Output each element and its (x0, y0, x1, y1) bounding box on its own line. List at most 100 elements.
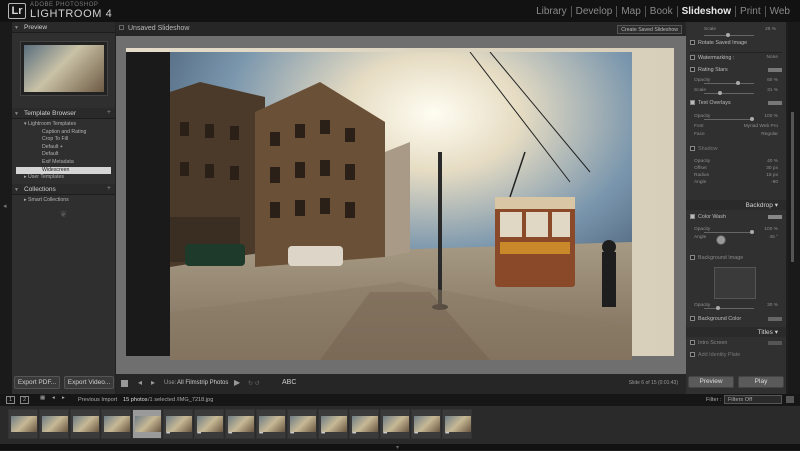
triangle-left-icon[interactable]: ◂ (3, 202, 7, 210)
template-folder[interactable]: ▸ User Templates (16, 174, 111, 182)
intro-color-swatch[interactable] (768, 341, 782, 345)
filmstrip-thumb[interactable]: ••• (256, 409, 286, 439)
grid-icon[interactable]: ▦ (40, 395, 45, 401)
text-overlays-checkbox[interactable] (690, 100, 695, 106)
titles-header[interactable]: Titles ▾ (686, 327, 786, 337)
thumb-rating-dots: ••• (197, 431, 201, 437)
shadow-checkbox[interactable] (690, 146, 695, 152)
module-library[interactable]: Library (532, 6, 572, 17)
watermark-checkbox[interactable] (690, 55, 695, 61)
filmstrip-thumb[interactable] (39, 409, 69, 439)
back-icon[interactable]: ◂ (52, 395, 55, 401)
background-image-checkbox[interactable] (690, 255, 695, 261)
preview-button[interactable]: Preview (688, 376, 734, 388)
module-web[interactable]: Web (766, 6, 794, 17)
bottom-edge: ▾ (0, 444, 800, 451)
module-bar: Lr ADOBE PHOTOSHOP LIGHTROOM 4 Library D… (0, 0, 800, 22)
collection-item[interactable]: ▸ Smart Collections (16, 197, 111, 205)
filmstrip-thumb[interactable]: ••• (380, 409, 410, 439)
template-item[interactable]: Exif Metadata (16, 159, 111, 167)
background-color-swatch[interactable] (768, 317, 782, 321)
use-select[interactable]: All Filmstrip Photos (177, 380, 228, 386)
template-browser-header[interactable]: ▼ Template Browser + (12, 108, 115, 119)
filmstrip-thumb[interactable]: ••• (411, 409, 441, 439)
create-saved-slideshow-button[interactable]: Create Saved Slideshow (617, 25, 682, 34)
left-panel: ▼ Preview ▼ Template Browser + ▾ Lightroom … (12, 22, 116, 394)
filmstrip-thumb[interactable]: ••• (194, 409, 224, 439)
module-develop[interactable]: Develop (572, 6, 618, 17)
filmstrip-thumb[interactable]: ••• (225, 409, 255, 439)
filmstrip-header: 1 2 ▦ ◂ ▸ Previous Import 15 photos /1 s… (0, 394, 800, 406)
background-image-well[interactable] (714, 267, 756, 299)
collections-header[interactable]: ▼ Collections + (12, 183, 115, 195)
background-opacity-slider[interactable] (704, 306, 754, 310)
module-book[interactable]: Book (646, 6, 678, 17)
forward-icon[interactable]: ▸ (62, 395, 65, 401)
module-map[interactable]: Map (617, 6, 646, 17)
template-item[interactable]: Default (16, 151, 111, 159)
preview-header[interactable]: ▼ Preview (12, 22, 115, 33)
rating-opacity-slider[interactable] (704, 81, 754, 85)
play-button[interactable]: Play (738, 376, 784, 388)
scale-slider[interactable] (704, 33, 754, 37)
filmstrip-thumb[interactable]: ••• (442, 409, 472, 439)
backdrop-header[interactable]: Backdrop ▾ (686, 200, 786, 210)
intro-screen-checkbox[interactable] (690, 340, 695, 346)
left-edge-collapse[interactable]: ◂ (0, 22, 12, 394)
color-wash-opacity-slider[interactable] (704, 230, 754, 234)
use-label: Use: (164, 380, 177, 386)
template-item[interactable]: Caption and Rating (16, 129, 111, 137)
rating-color-swatch[interactable] (768, 68, 782, 72)
module-print[interactable]: Print (736, 6, 766, 17)
filmstrip-thumb[interactable]: ••• (349, 409, 379, 439)
filmstrip-thumb[interactable]: ••• (163, 409, 193, 439)
background-color-checkbox[interactable] (690, 316, 695, 322)
stop-icon[interactable] (121, 380, 128, 387)
filmstrip-thumb[interactable]: ••• (287, 409, 317, 439)
next-icon[interactable]: ▸ (151, 378, 155, 387)
rating-stars-checkbox[interactable] (690, 67, 695, 73)
add-text-button[interactable]: ABC (282, 379, 296, 386)
filmstrip-thumb[interactable] (8, 409, 38, 439)
slideshow-title: Unsaved Slideshow (128, 25, 190, 32)
filmstrip-thumb[interactable]: ••• (318, 409, 348, 439)
thumb-image (445, 416, 471, 432)
template-item[interactable]: Crop To Fill (16, 136, 111, 144)
play-icon[interactable]: ▶ (234, 378, 240, 387)
add-identity-checkbox[interactable] (690, 352, 695, 358)
rotate-icon[interactable]: ↻ ↺ (248, 380, 260, 387)
filter-label: Filter : (706, 397, 722, 403)
text-opacity-slider[interactable] (704, 117, 754, 121)
scrollbar-thumb[interactable] (791, 112, 794, 262)
page-2-button[interactable]: 2 (20, 396, 29, 404)
module-slideshow[interactable]: Slideshow (678, 6, 737, 17)
color-wash-swatch[interactable] (768, 215, 782, 219)
plus-icon[interactable]: + (107, 185, 111, 192)
thumb-image (197, 416, 223, 432)
rating-scale-slider[interactable] (704, 91, 754, 95)
thumb-image (321, 416, 347, 432)
thumb-image (135, 416, 161, 432)
template-item-selected[interactable]: Widescreen (16, 166, 111, 175)
text-color-swatch[interactable] (768, 101, 782, 105)
source-label[interactable]: Previous Import (78, 397, 117, 403)
export-pdf-button[interactable]: Export PDF... (14, 376, 60, 389)
template-item[interactable]: Default + (16, 144, 111, 152)
page-1-button[interactable]: 1 (6, 396, 15, 404)
filter-lock-icon[interactable] (786, 396, 794, 403)
color-wash-checkbox[interactable] (690, 214, 695, 220)
filmstrip-thumb-selected[interactable] (132, 409, 162, 439)
filter-select[interactable]: Filters Off (724, 395, 782, 404)
plus-icon[interactable]: + (107, 109, 111, 116)
filmstrip-thumb[interactable] (70, 409, 100, 439)
rotate-checkbox[interactable] (690, 40, 695, 46)
preview-thumbnail (24, 45, 104, 92)
previous-icon[interactable]: ◂ (138, 378, 142, 387)
thumb-image (383, 416, 409, 432)
angle-dial[interactable] (716, 235, 726, 245)
export-video-button[interactable]: Export Video... (64, 376, 114, 389)
right-panel-scrollbar[interactable] (788, 22, 800, 394)
filmstrip-thumb[interactable] (101, 409, 131, 439)
thumb-image (228, 416, 254, 432)
template-folder[interactable]: ▾ Lightroom Templates (16, 121, 111, 129)
